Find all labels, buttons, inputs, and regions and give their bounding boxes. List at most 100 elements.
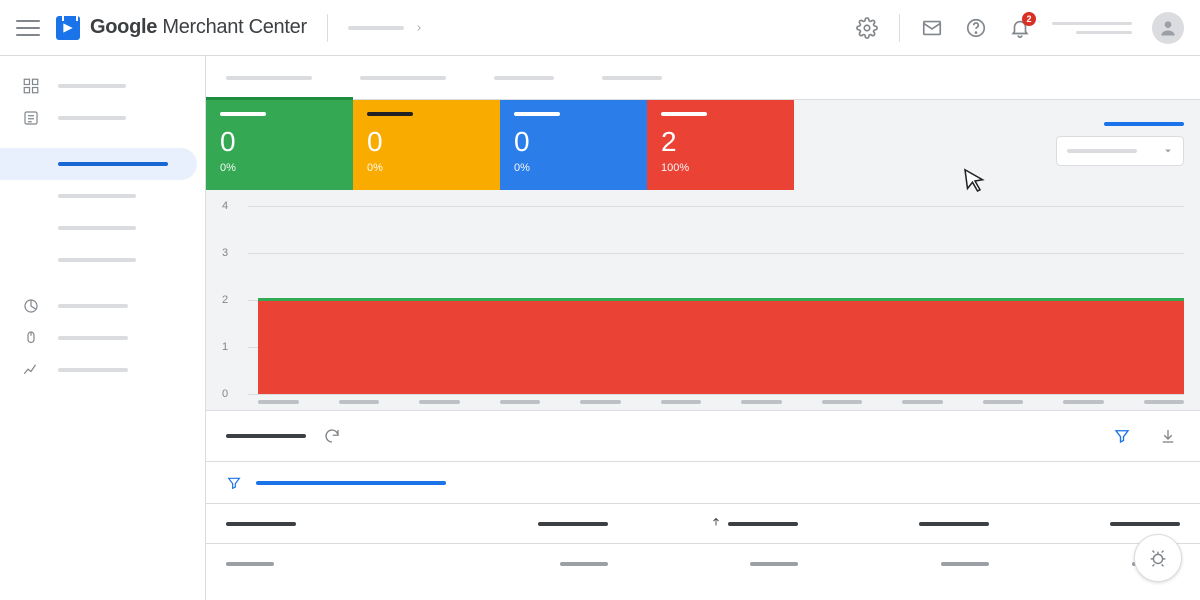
- mail-icon[interactable]: [920, 16, 944, 40]
- nav-subitem[interactable]: [0, 212, 205, 244]
- tab-label: [602, 76, 662, 80]
- nav-label: [58, 304, 128, 308]
- account-id: [1076, 31, 1132, 34]
- stat-card-green[interactable]: 0 0%: [206, 100, 353, 190]
- avatar[interactable]: [1152, 12, 1184, 44]
- column-header[interactable]: [417, 522, 608, 526]
- date-range-area: [1044, 122, 1184, 166]
- account-name: [1052, 22, 1132, 25]
- mouse-icon: [22, 329, 40, 347]
- date-range-link[interactable]: [1104, 122, 1184, 126]
- feedback-fab[interactable]: [1134, 534, 1182, 582]
- card-value: 0: [220, 128, 339, 156]
- merchant-center-logo-icon: [56, 16, 80, 40]
- nav-label: [58, 162, 168, 166]
- column-header[interactable]: [989, 522, 1180, 526]
- chart-y-tick: 2: [222, 294, 228, 306]
- nav-item[interactable]: [0, 354, 205, 386]
- chart-y-tick: 4: [222, 200, 228, 212]
- table-toolbar: [206, 410, 1200, 462]
- nav-subitem[interactable]: [0, 244, 205, 276]
- cell: [226, 562, 417, 566]
- chart-x-tick: [741, 400, 782, 404]
- stat-card-red[interactable]: 2 100%: [647, 100, 794, 190]
- nav-label: [58, 84, 126, 88]
- tab[interactable]: [226, 56, 312, 100]
- chart-gridline: [248, 206, 1184, 207]
- table-header: [206, 504, 1200, 544]
- app-bar: Google Merchant Center 2: [0, 0, 1200, 56]
- stat-card-yellow[interactable]: 0 0%: [353, 100, 500, 190]
- card-label: [220, 112, 266, 116]
- chart-x-tick: [339, 400, 380, 404]
- dropdown-value: [1067, 149, 1137, 153]
- nav-subitem-active[interactable]: [0, 148, 197, 180]
- date-range-dropdown[interactable]: [1056, 136, 1184, 166]
- chevron-down-icon: [1163, 146, 1173, 156]
- card-percent: 0%: [220, 162, 339, 174]
- chart-x-tick: [1144, 400, 1185, 404]
- sidebar: [0, 56, 206, 600]
- filter-bar: [206, 462, 1200, 504]
- chart-x-tick: [822, 400, 863, 404]
- filter-icon[interactable]: [1110, 424, 1134, 448]
- card-label: [661, 112, 707, 116]
- tab[interactable]: [494, 56, 554, 100]
- chart-gridline: [248, 394, 1184, 395]
- card-value: 0: [514, 128, 633, 156]
- card-percent: 0%: [514, 162, 633, 174]
- tab-label: [226, 76, 312, 80]
- tab[interactable]: [360, 56, 446, 100]
- chart-x-tick: [1063, 400, 1104, 404]
- trend-icon: [22, 361, 40, 379]
- card-value: 0: [367, 128, 486, 156]
- card-value: 2: [661, 128, 780, 156]
- help-icon[interactable]: [964, 16, 988, 40]
- card-percent: 0%: [367, 162, 486, 174]
- download-icon[interactable]: [1156, 424, 1180, 448]
- nav-label: [58, 368, 128, 372]
- account-switcher[interactable]: [1052, 22, 1132, 34]
- column-header[interactable]: [226, 522, 417, 526]
- breadcrumb[interactable]: [348, 23, 424, 33]
- cell: [798, 562, 989, 566]
- chart-x-tick: [661, 400, 702, 404]
- nav-label: [58, 258, 136, 262]
- chart-x-tick: [258, 400, 299, 404]
- settings-icon[interactable]: [855, 16, 879, 40]
- chart-x-tick: [419, 400, 460, 404]
- chart-x-tick: [983, 400, 1024, 404]
- brand-product: Merchant Center: [162, 16, 306, 38]
- card-label: [514, 112, 560, 116]
- breadcrumb-item[interactable]: [348, 26, 404, 30]
- notifications-icon[interactable]: 2: [1008, 16, 1032, 40]
- column-header[interactable]: [798, 522, 989, 526]
- filter-icon[interactable]: [226, 475, 242, 491]
- nav-subitem[interactable]: [0, 180, 205, 212]
- nav-label: [58, 116, 126, 120]
- nav-label: [58, 194, 136, 198]
- list-icon: [22, 109, 40, 127]
- bug-icon: [1147, 547, 1169, 569]
- chart-y-tick: 1: [222, 341, 228, 353]
- table-row[interactable]: [206, 544, 1200, 584]
- tab[interactable]: [602, 56, 662, 100]
- chart-x-tick: [902, 400, 943, 404]
- stat-card-blue[interactable]: 0 0%: [500, 100, 647, 190]
- menu-icon[interactable]: [16, 16, 40, 40]
- refresh-icon[interactable]: [320, 424, 344, 448]
- nav-item[interactable]: [0, 290, 205, 322]
- tab-label: [360, 76, 446, 80]
- nav-item[interactable]: [0, 70, 205, 102]
- column-header-sorted[interactable]: [608, 515, 799, 533]
- add-filter-link[interactable]: [256, 481, 446, 485]
- chart-y-tick: 0: [222, 388, 228, 400]
- chart-x-tick: [500, 400, 541, 404]
- dashboard-icon: [22, 77, 40, 95]
- chart-gridline: [248, 253, 1184, 254]
- nav-item[interactable]: [0, 102, 205, 134]
- nav-item[interactable]: [0, 322, 205, 354]
- toolbar-title: [226, 434, 306, 438]
- nav-label: [58, 226, 136, 230]
- card-percent: 100%: [661, 162, 780, 174]
